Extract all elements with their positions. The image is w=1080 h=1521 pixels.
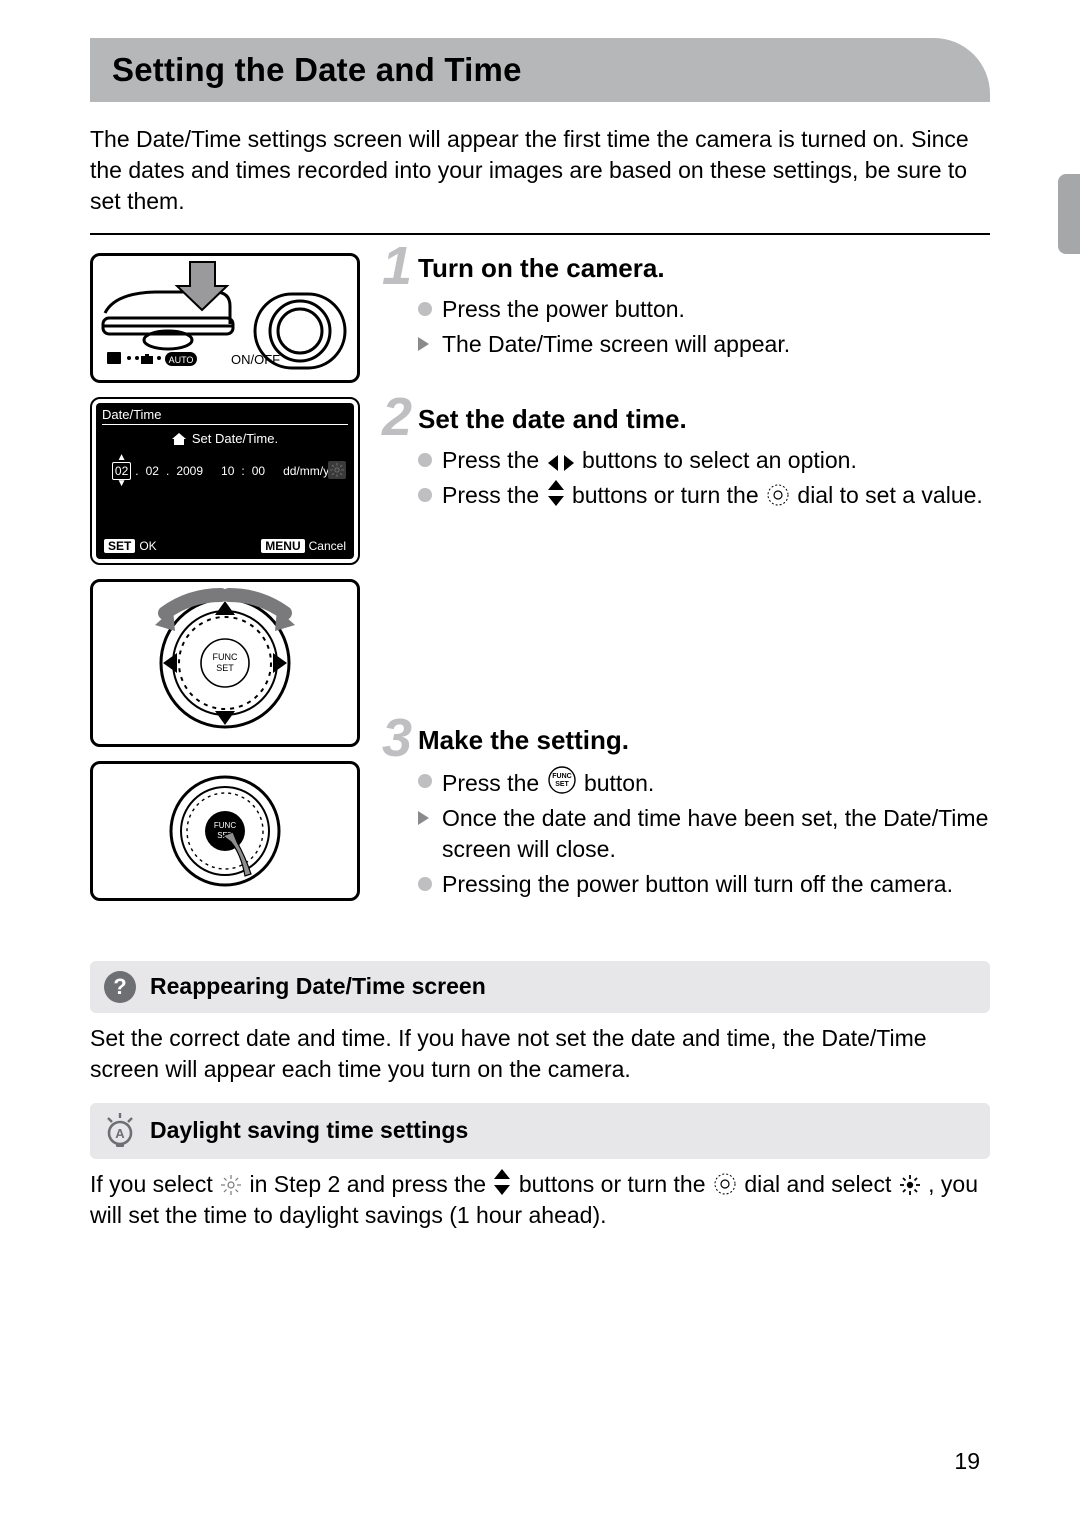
info-title: Reappearing Date/Time screen [150,973,486,1000]
field-minute: 00 [249,462,268,480]
info-text: Set the correct date and time. If you ha… [90,1023,990,1085]
auto-label: AUTO [169,355,194,365]
step-2: 2 Set the date and time. Press the butto… [386,404,990,511]
section-title-bar: Setting the Date and Time [90,38,990,102]
step-text: Press the button. [442,766,654,799]
svg-text:SET: SET [216,663,234,673]
info-bar-dst: Daylight saving time settings [90,1103,990,1159]
ok-label: OK [139,539,156,553]
bullet-icon [418,877,432,891]
sun-bright-icon [900,1175,920,1195]
step-text: Once the date and time have been set, th… [442,803,990,865]
question-icon: ? [104,971,136,1003]
set-date-time-label: Set Date/Time. [192,431,278,446]
step-number: 2 [382,390,412,444]
field-year: 2009 [173,462,206,480]
control-dial-icon [714,1173,736,1195]
screen-title: Date/Time [102,407,348,425]
page-number: 19 [954,1448,980,1475]
bullet-icon [418,302,432,316]
separator [90,233,990,235]
bullet-icon [418,453,432,467]
step-text: Press the buttons or turn the dial to se… [442,480,983,511]
set-chip: SET [104,539,135,553]
step-text: Press the buttons to select an option. [442,445,857,476]
left-right-arrows-icon [548,455,574,471]
sun-dim-icon [221,1175,241,1195]
step-text: Press the power button. [442,294,685,325]
up-down-arrows-icon [494,1169,510,1195]
page-edge-tab [1058,174,1080,254]
step-title: Set the date and time. [418,404,990,435]
menu-chip: MENU [261,539,304,553]
home-icon [172,433,186,445]
illustration-power-button: AUTO ON/OFF [90,253,360,383]
bullet-icon [418,488,432,502]
info-bar-reappearing: ? Reappearing Date/Time screen [90,961,990,1013]
result-arrow-icon [418,337,432,351]
func-set-icon [548,766,576,794]
tip-bulb-icon [104,1113,136,1149]
result-arrow-icon [418,811,432,825]
up-down-arrows-icon [548,480,564,506]
intro-paragraph: The Date/Time settings screen will appea… [90,124,990,217]
cancel-label: Cancel [309,539,346,553]
tip-text: If you select in Step 2 and press the bu… [90,1169,990,1231]
field-month: 02 [143,462,162,480]
step-number: 1 [382,239,412,293]
info-title: Daylight saving time settings [150,1117,468,1144]
illustration-control-dial: FUNC SET [90,579,360,747]
control-dial-icon [767,484,789,506]
svg-text:FUNC: FUNC [213,652,238,662]
illustration-datetime-screen: Date/Time Set Date/Time. ▲ 02 ▼ . 02 . [90,397,360,565]
on-off-label: ON/OFF [231,352,280,367]
step-title: Turn on the camera. [418,253,990,284]
section-title: Setting the Date and Time [112,51,522,89]
step-text: The Date/Time screen will appear. [442,329,790,360]
dst-icon [328,461,346,479]
field-hour: 10 [218,462,237,480]
step-3: 3 Make the setting. Press the button. On… [386,725,990,900]
step-title: Make the setting. [418,725,990,756]
svg-text:FUNC: FUNC [214,821,236,830]
step-number: 3 [382,711,412,765]
step-1: 1 Turn on the camera. Press the power bu… [386,253,990,360]
illustration-func-set: FUNC SET [90,761,360,901]
step-text: Pressing the power button will turn off … [442,869,953,900]
bullet-icon [418,774,432,788]
